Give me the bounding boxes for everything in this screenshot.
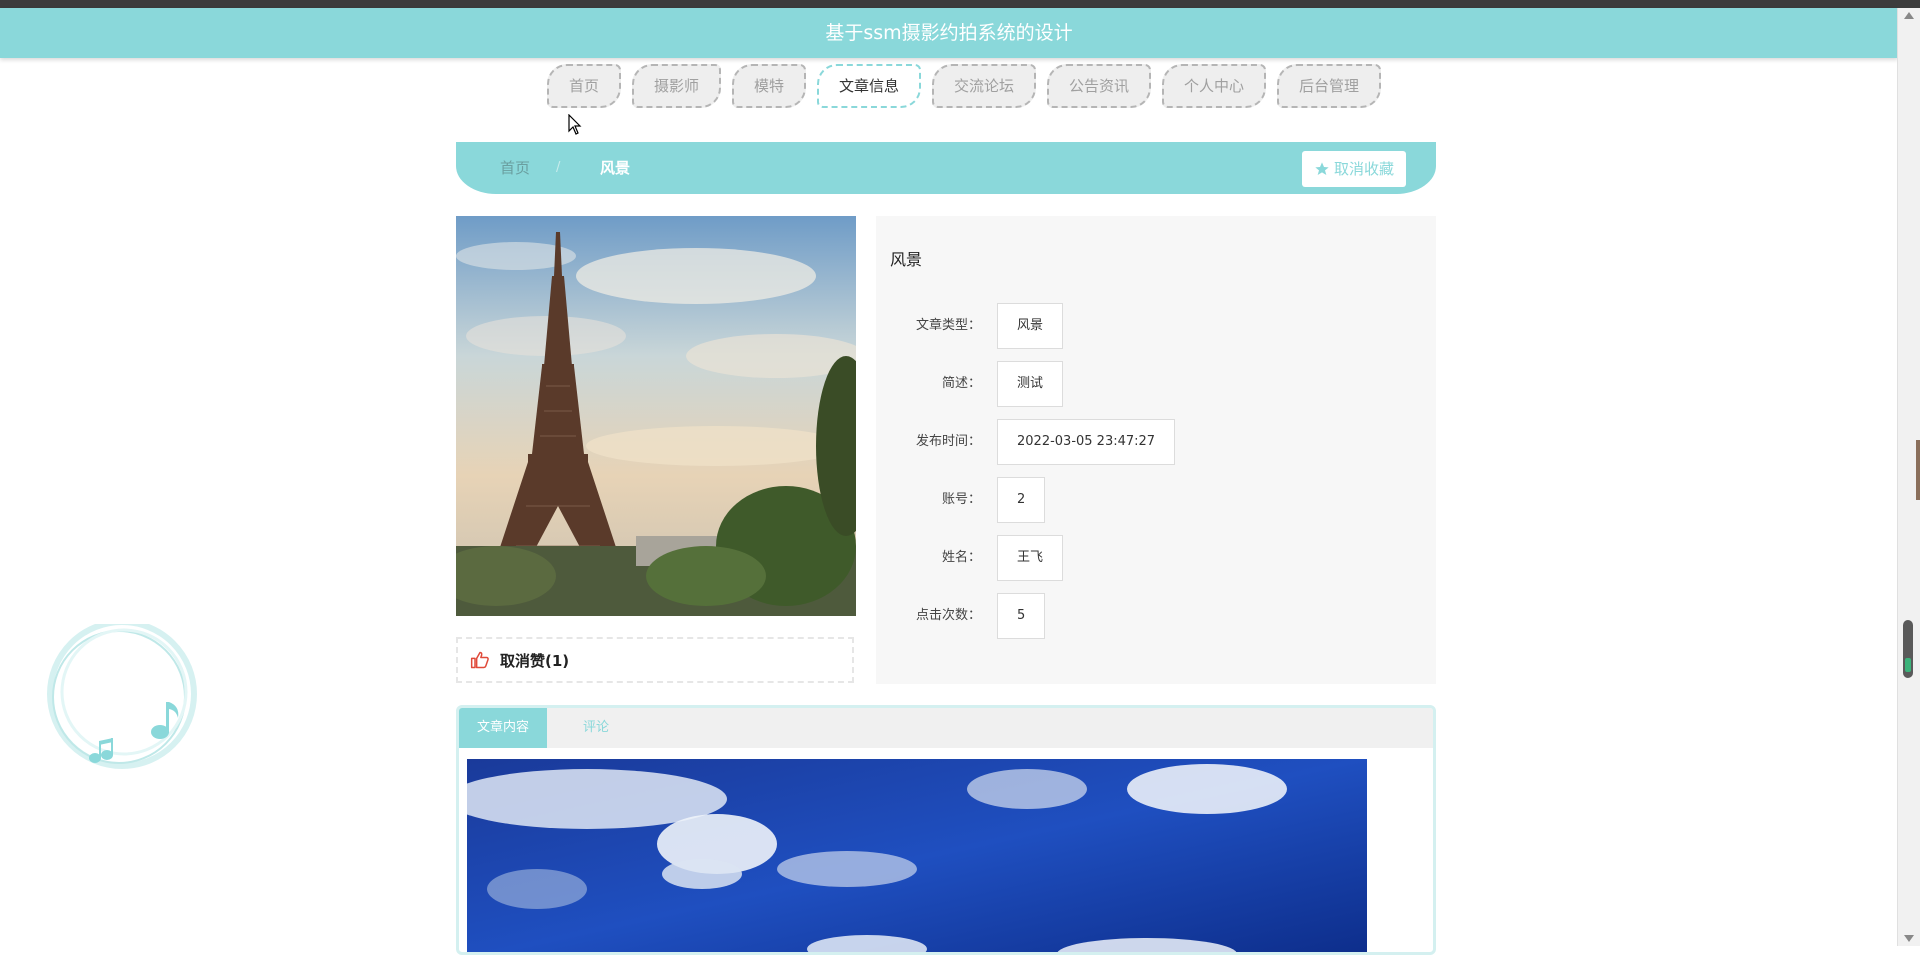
article-cover-image	[456, 216, 856, 616]
field-value: 王飞	[997, 535, 1064, 581]
field-row-click-count: 点击次数： 5	[876, 593, 1436, 639]
unfavorite-label: 取消收藏	[1333, 160, 1394, 178]
main-nav: 首页 摄影师 模特 文章信息 交流论坛 公告资讯 个人中心 后台管理	[0, 64, 1898, 108]
nav-item-admin[interactable]: 后台管理	[1277, 64, 1382, 108]
field-value: 2022-03-05 23:47:27	[997, 419, 1176, 465]
nav-item-model[interactable]: 模特	[731, 64, 806, 108]
field-row-type: 文章类型： 风景	[876, 303, 1436, 349]
field-row-publish-time: 发布时间： 2022-03-05 23:47:27	[876, 419, 1436, 465]
mouse-cursor-icon	[568, 114, 582, 135]
field-row-name: 姓名： 王飞	[876, 535, 1436, 581]
article-tabs: 文章内容 评论	[456, 705, 1436, 955]
field-value: 2	[997, 477, 1046, 523]
field-value: 测试	[997, 361, 1064, 407]
article-title: 风景	[890, 250, 923, 269]
nav-item-articles[interactable]: 文章信息	[816, 64, 921, 108]
field-label: 点击次数：	[915, 608, 981, 623]
scroll-grip-indicator	[1905, 658, 1911, 672]
nav-item-forum[interactable]: 交流论坛	[932, 64, 1037, 108]
music-note-icon	[47, 619, 197, 769]
site-header: 基于ssm摄影约拍系统的设计	[0, 8, 1898, 58]
breadcrumb-current: 风景	[600, 159, 631, 177]
tab-comments[interactable]: 评论	[565, 708, 627, 748]
article-content-image	[467, 759, 1367, 952]
star-icon	[1315, 162, 1329, 175]
field-row-summary: 简述： 测试	[876, 361, 1436, 407]
nav-item-photographer[interactable]: 摄影师	[631, 64, 721, 108]
scroll-down-arrow-icon[interactable]	[1904, 935, 1914, 942]
thumbs-up-icon	[470, 651, 489, 669]
edge-decoration	[1916, 440, 1920, 500]
unfavorite-button[interactable]: 取消收藏	[1301, 151, 1406, 187]
field-label: 文章类型：	[915, 318, 981, 333]
field-label: 发布时间：	[915, 434, 981, 449]
field-label: 账号：	[941, 492, 981, 507]
breadcrumb-separator: /	[556, 160, 561, 175]
breadcrumb-home-link[interactable]: 首页	[500, 142, 530, 194]
tab-article-content[interactable]: 文章内容	[459, 708, 548, 748]
field-row-account: 账号： 2	[876, 477, 1436, 523]
browser-top-strip	[0, 0, 1920, 8]
field-label: 姓名：	[941, 550, 981, 565]
field-value: 5	[997, 593, 1046, 639]
scroll-up-arrow-icon[interactable]	[1904, 12, 1914, 19]
nav-item-home[interactable]: 首页	[546, 64, 621, 108]
field-label: 简述：	[941, 376, 981, 391]
nav-item-personal-center[interactable]: 个人中心	[1162, 64, 1267, 108]
music-player-widget[interactable]	[46, 619, 198, 776]
unlike-label: 取消赞(1)	[500, 651, 570, 670]
site-title: 基于ssm摄影约拍系统的设计	[825, 22, 1073, 44]
article-info-panel: 风景 文章类型： 风景 简述： 测试 发布时间： 2022-03-05 23:4…	[876, 216, 1436, 684]
unlike-button[interactable]: 取消赞(1)	[456, 637, 854, 683]
tabs-header: 文章内容 评论	[459, 708, 1433, 748]
nav-item-announcements[interactable]: 公告资讯	[1047, 64, 1152, 108]
field-value: 风景	[997, 303, 1064, 349]
breadcrumb: 首页 / 风景 取消收藏	[456, 142, 1436, 194]
